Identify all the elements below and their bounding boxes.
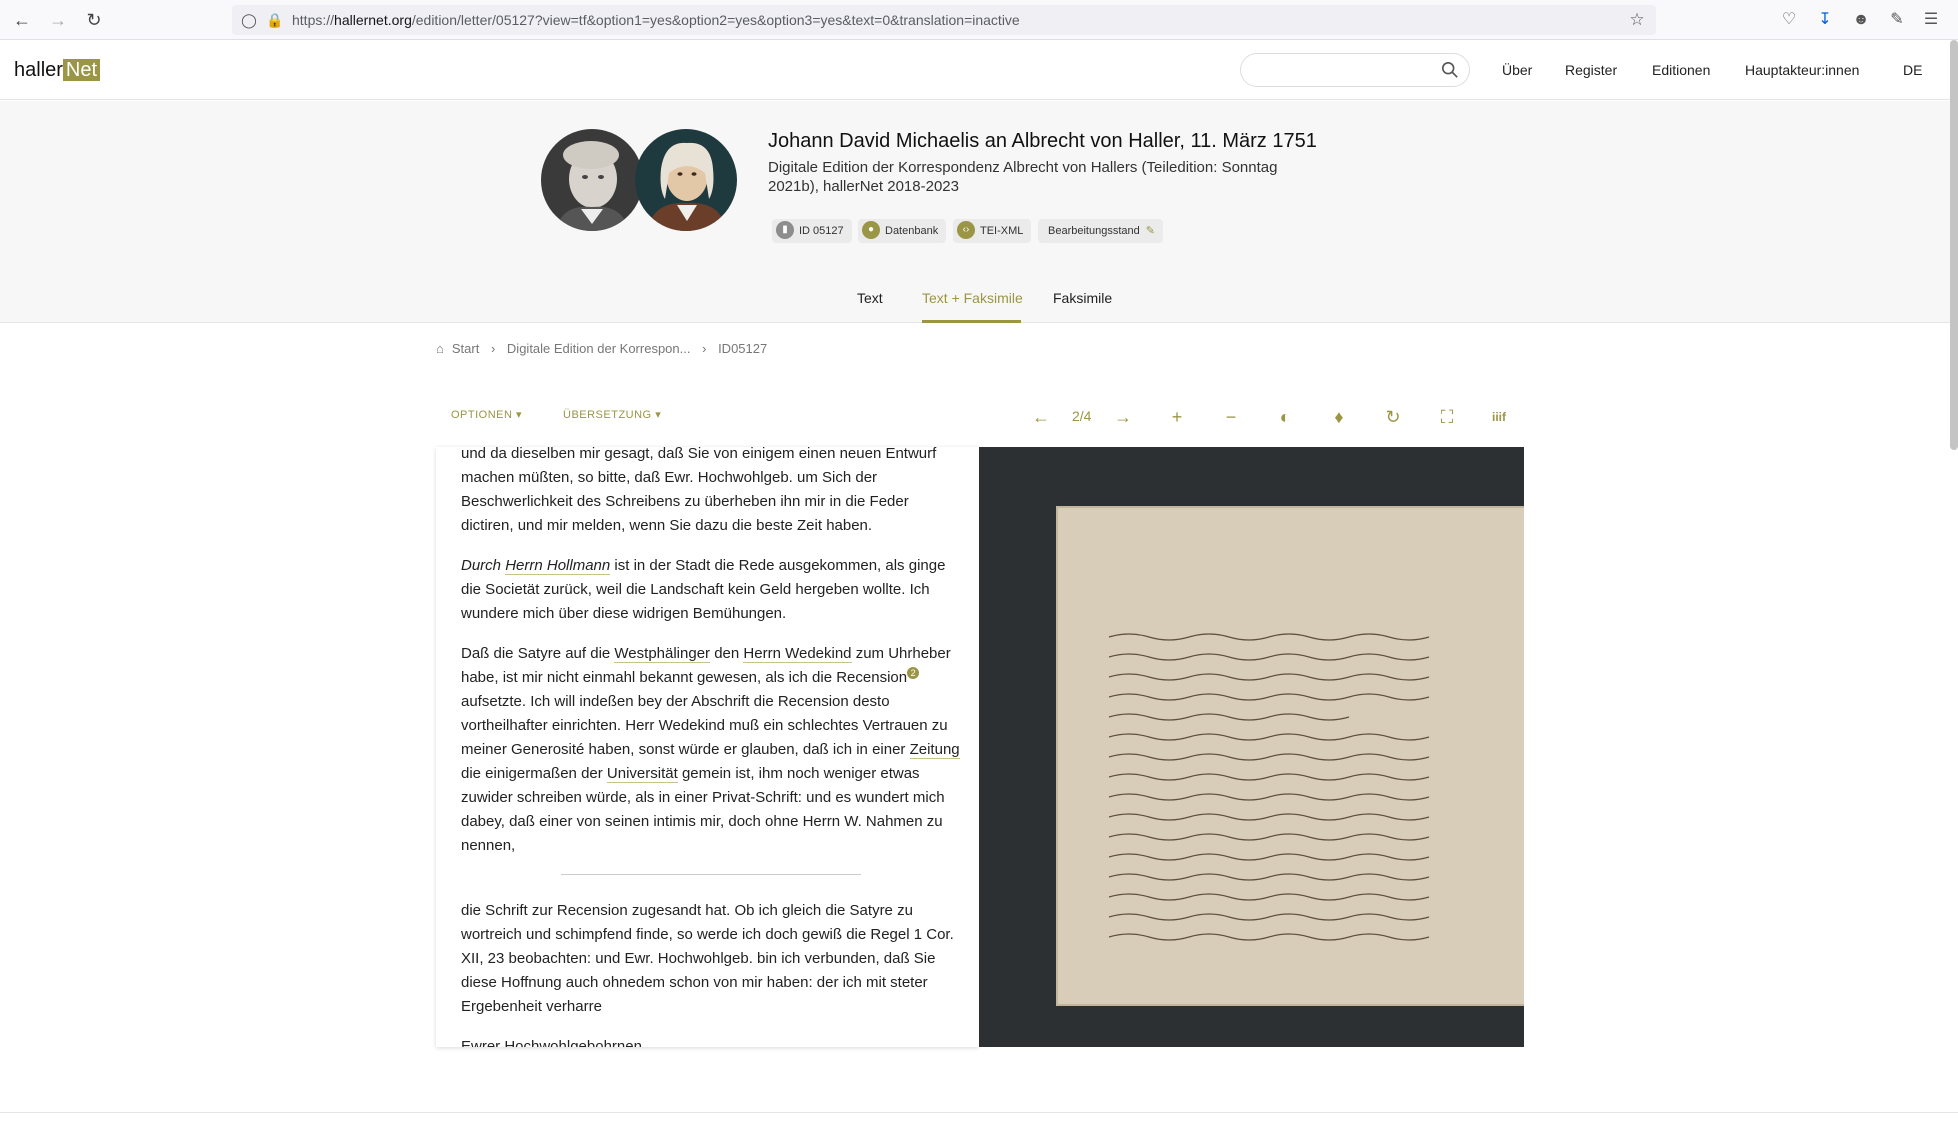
site-header: haller Net Über Register Editionen Haupta… — [0, 40, 1958, 100]
person-link[interactable]: Herrn Hollmann — [505, 557, 611, 575]
person-link[interactable]: Herrn Wedekind — [743, 645, 852, 663]
transcription-text: und da dieselben mir gesagt, daß Sie von… — [461, 447, 961, 1047]
pocket-icon[interactable]: ♡ — [1778, 9, 1800, 31]
bookmark-star-icon[interactable]: ☆ — [1628, 11, 1646, 29]
reload-icon[interactable]: ↻ — [82, 8, 106, 32]
active-tab-indicator — [922, 320, 1021, 323]
chevron-right-icon: › — [702, 341, 707, 356]
contrast-icon[interactable]: ◐ — [1272, 404, 1298, 430]
options-dropdown[interactable]: OPTIONEN ▾ — [451, 408, 522, 421]
translation-dropdown[interactable]: ÜBERSETZUNG ▾ — [563, 408, 661, 421]
footer-divider — [0, 1112, 1958, 1113]
page-indicator: 2/4 — [1072, 408, 1092, 424]
text-paragraph: Durch Herrn Hollmann ist in der Stadt di… — [461, 557, 946, 622]
search-icon[interactable] — [1441, 61, 1459, 79]
portrait-haller[interactable] — [635, 129, 737, 231]
text-paragraph: Daß die Satyre auf die Westphälinger den… — [461, 645, 960, 854]
url-text[interactable]: https://hallernet.org/edition/letter/051… — [292, 12, 1020, 28]
search-input[interactable] — [1240, 53, 1470, 87]
shield-icon[interactable]: ◯ — [240, 11, 258, 29]
badge-processing-status[interactable]: Bearbeitungsstand ✎ — [1038, 219, 1163, 243]
work-link[interactable]: Zeitung — [909, 741, 960, 759]
next-page-icon[interactable]: → — [1110, 404, 1136, 430]
badge-database[interactable]: ● Datenbank — [858, 219, 947, 243]
forward-icon[interactable]: → — [46, 8, 70, 32]
badge-id[interactable]: ▮ ID 05127 — [772, 219, 852, 243]
page-scrollbar[interactable] — [1950, 40, 1958, 450]
transcription-panel[interactable]: und da dieselben mir gesagt, daß Sie von… — [436, 447, 979, 1047]
code-icon: ‹› — [957, 221, 975, 240]
footnote-marker[interactable]: 2 — [907, 667, 920, 679]
nav-register[interactable]: Register — [1565, 62, 1617, 78]
breadcrumb-edition[interactable]: Digitale Edition der Korrespon... — [507, 341, 691, 356]
extensions-icon[interactable]: ✎ — [1886, 9, 1908, 31]
letter-title: Johann David Michaelis an Albrecht von H… — [768, 130, 1317, 152]
caret-down-icon: ▾ — [655, 409, 662, 421]
database-icon: ● — [862, 221, 880, 240]
zoom-in-icon[interactable]: + — [1164, 404, 1190, 430]
brightness-icon[interactable]: ♦ — [1326, 404, 1352, 430]
rotate-icon[interactable]: ↻ — [1380, 404, 1406, 430]
facsimile-image[interactable] — [979, 447, 1524, 1047]
caret-down-icon: ▾ — [516, 409, 523, 421]
site-logo[interactable]: haller Net — [14, 59, 101, 82]
bookmark-icon: ▮ — [776, 221, 794, 240]
facsimile-viewer[interactable] — [979, 447, 1524, 1047]
letter-subtitle: Digitale Edition der Korrespondenz Albre… — [768, 159, 1278, 195]
breadcrumb-start[interactable]: Start — [452, 341, 479, 356]
lock-icon[interactable]: 🔒 — [266, 11, 284, 29]
home-icon[interactable]: ⌂ — [436, 341, 444, 356]
text-paragraph: und da dieselben mir gesagt, daß Sie von… — [461, 447, 937, 534]
chevron-right-icon: › — [490, 341, 496, 356]
previous-page-icon[interactable]: ← — [1028, 404, 1054, 430]
language-switch[interactable]: DE — [1903, 62, 1922, 78]
badge-tei-xml[interactable]: ‹› TEI-XML — [953, 219, 1032, 243]
page-break-divider — [561, 874, 861, 875]
account-icon[interactable]: ☻ — [1850, 9, 1872, 31]
letter-header: Johann David Michaelis an Albrecht von H… — [0, 101, 1958, 323]
organization-link[interactable]: Universität — [606, 765, 678, 783]
text-paragraph: die Schrift zur Recension zugesandt hat.… — [461, 902, 954, 1015]
back-icon[interactable]: ← — [10, 8, 34, 32]
nav-hauptakteure[interactable]: Hauptakteur:innen — [1745, 62, 1859, 78]
tab-facsimile[interactable]: Faksimile — [1053, 290, 1112, 306]
text-paragraph: Ewrer Hochwohlgebohrnen — [461, 1038, 642, 1047]
tab-text-facsimile[interactable]: Text + Faksimile — [922, 290, 1023, 306]
portrait-michaelis[interactable] — [541, 129, 643, 231]
browser-toolbar: ← → ↻ ◯ 🔒 https://hallernet.org/edition/… — [0, 0, 1958, 40]
zoom-out-icon[interactable]: − — [1218, 404, 1244, 430]
nav-ueber[interactable]: Über — [1502, 62, 1532, 78]
nav-editionen[interactable]: Editionen — [1652, 62, 1710, 78]
pencil-icon: ✎ — [1145, 225, 1155, 237]
breadcrumb-letter-id: ID05127 — [718, 341, 768, 356]
place-link[interactable]: Westphälinger — [614, 645, 711, 663]
address-bar[interactable]: ◯ 🔒 https://hallernet.org/edition/letter… — [232, 5, 1656, 35]
breadcrumb: ⌂ Start › Digitale Edition der Korrespon.… — [436, 341, 775, 356]
fullscreen-icon[interactable]: ⛶ — [1434, 404, 1460, 430]
download-icon[interactable]: ↧ — [1814, 9, 1836, 31]
menu-icon[interactable]: ☰ — [1920, 9, 1942, 31]
iiif-icon[interactable]: iiif — [1486, 404, 1512, 430]
tab-text[interactable]: Text — [857, 290, 883, 306]
